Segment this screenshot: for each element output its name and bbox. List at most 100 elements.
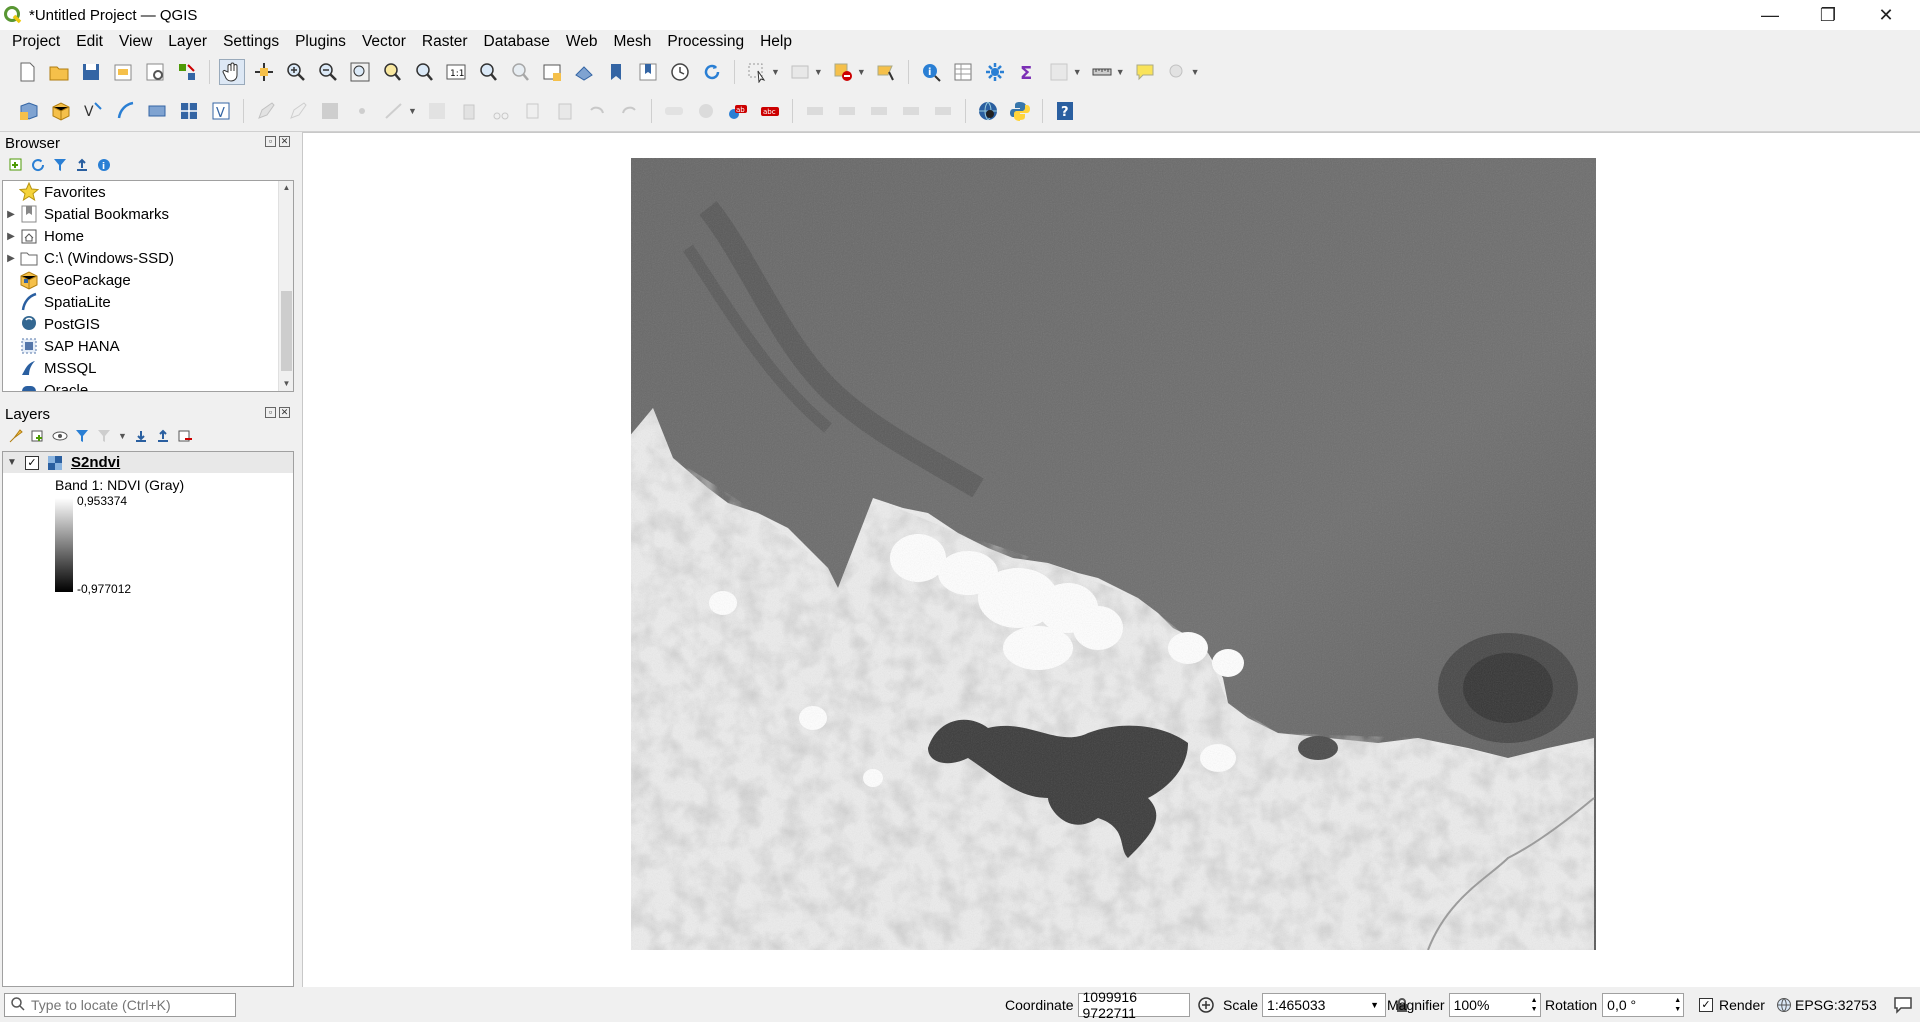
zoom-to-selection-icon[interactable] <box>379 59 405 85</box>
pin-labels-icon[interactable] <box>802 98 828 124</box>
minimize-button[interactable]: — <box>1741 0 1799 30</box>
show-hide-labels-icon[interactable] <box>834 98 860 124</box>
layer-labeling-icon[interactable] <box>661 98 687 124</box>
browser-item-drive[interactable]: ▶ C:\ (Windows-SSD) <box>3 247 293 269</box>
zoom-to-layer-icon[interactable] <box>411 59 437 85</box>
processing-toolbox-icon[interactable] <box>982 59 1008 85</box>
open-attribute-table-icon[interactable] <box>950 59 976 85</box>
measure-line-icon[interactable] <box>1089 59 1115 85</box>
scale-combo[interactable]: 1:465033 ▼ <box>1262 993 1387 1017</box>
new-virtual-layer-icon[interactable] <box>144 98 170 124</box>
zoom-out-icon[interactable] <box>315 59 341 85</box>
close-button[interactable]: ✕ <box>1857 0 1915 30</box>
field-calculator-icon[interactable] <box>1046 59 1072 85</box>
vertex-tool-icon[interactable] <box>381 98 407 124</box>
save-edits-icon[interactable] <box>317 98 343 124</box>
new-map-view-icon[interactable] <box>539 59 565 85</box>
browser-item-oracle[interactable]: Oracle <box>3 379 293 391</box>
expand-all-icon[interactable] <box>133 428 149 444</box>
python-console-icon[interactable] <box>1007 98 1033 124</box>
collapse-all-icon[interactable] <box>74 157 90 173</box>
spin-arrows-icon[interactable]: ▲ ▼ <box>1674 996 1681 1014</box>
toggle-editing-icon[interactable] <box>285 98 311 124</box>
refresh-icon[interactable] <box>699 59 725 85</box>
browser-item-spatial-bookmarks[interactable]: ▶ Spatial Bookmarks <box>3 203 293 225</box>
new-project-icon[interactable] <box>14 59 40 85</box>
style-manager-icon[interactable] <box>174 59 200 85</box>
menu-project[interactable]: Project <box>4 31 68 53</box>
select-features-icon[interactable] <box>744 59 770 85</box>
browser-item-sap-hana[interactable]: SAP HANA <box>3 335 293 357</box>
properties-widget-icon[interactable]: i <box>96 157 112 173</box>
filter-legend-icon[interactable] <box>74 428 90 444</box>
undo-icon[interactable] <box>584 98 610 124</box>
expand-arrow-icon[interactable]: ▶ <box>3 209 19 220</box>
zoom-full-icon[interactable] <box>347 59 373 85</box>
new-shapefile-layer-icon[interactable]: V <box>80 98 106 124</box>
filter-by-expression-icon[interactable] <box>96 428 112 444</box>
new-spatialite-layer-icon[interactable] <box>112 98 138 124</box>
change-label-icon[interactable] <box>930 98 956 124</box>
move-label-icon[interactable] <box>866 98 892 124</box>
statistical-summary-icon[interactable]: Σ <box>1014 59 1040 85</box>
refresh-browser-icon[interactable] <box>30 157 46 173</box>
menu-layer[interactable]: Layer <box>160 31 215 53</box>
render-checkbox[interactable]: ✓ <box>1699 998 1713 1012</box>
delete-selected-icon[interactable] <box>456 98 482 124</box>
crs-section[interactable]: EPSG:32753 <box>1776 988 1877 1022</box>
layer-diagram-icon[interactable] <box>693 98 719 124</box>
locator-settings-icon[interactable] <box>1164 59 1190 85</box>
new-spatial-bookmark-icon[interactable] <box>603 59 629 85</box>
add-group-icon[interactable] <box>30 428 46 444</box>
scroll-down-icon[interactable]: ▼ <box>279 377 293 391</box>
layer-visibility-checkbox[interactable]: ✓ <box>25 455 39 470</box>
scroll-thumb[interactable] <box>281 291 292 371</box>
copy-features-icon[interactable] <box>520 98 546 124</box>
show-spatial-bookmarks-icon[interactable] <box>635 59 661 85</box>
metasearch-icon[interactable] <box>975 98 1001 124</box>
cut-features-icon[interactable] <box>488 98 514 124</box>
menu-processing[interactable]: Processing <box>659 31 752 53</box>
zoom-next-icon[interactable] <box>507 59 533 85</box>
new-3d-view-icon[interactable] <box>571 59 597 85</box>
filter-browser-icon[interactable] <box>52 157 68 173</box>
browser-item-geopackage[interactable]: GeoPackage <box>3 269 293 291</box>
new-print-layout-icon[interactable] <box>110 59 136 85</box>
collapse-arrow-icon[interactable]: ▼ <box>3 457 21 468</box>
close-panel-icon[interactable]: ✕ <box>279 407 290 418</box>
layer-styling-icon[interactable] <box>8 428 24 444</box>
menu-edit[interactable]: Edit <box>68 31 111 53</box>
locator-bar[interactable] <box>4 993 236 1017</box>
locator-input[interactable] <box>31 997 221 1013</box>
paste-features-icon[interactable] <box>552 98 578 124</box>
messages-section[interactable] <box>1893 988 1913 1022</box>
new-geopackage-layer-icon[interactable] <box>48 98 74 124</box>
menu-help[interactable]: Help <box>752 31 800 53</box>
redo-icon[interactable] <box>616 98 642 124</box>
messages-icon[interactable] <box>1893 996 1913 1014</box>
help-icon[interactable]: ? <box>1052 98 1078 124</box>
browser-item-spatialite[interactable]: SpatiaLite <box>3 291 293 313</box>
magnifier-spinbox[interactable]: 100% ▲ ▼ <box>1448 993 1541 1017</box>
open-project-icon[interactable] <box>46 59 72 85</box>
layout-manager-icon[interactable] <box>142 59 168 85</box>
rotation-spinbox[interactable]: 0,0 ° ▲ ▼ <box>1602 993 1685 1017</box>
browser-item-postgis[interactable]: PostGIS <box>3 313 293 335</box>
menu-mesh[interactable]: Mesh <box>606 31 660 53</box>
digitize-icon[interactable] <box>349 98 375 124</box>
chevron-down-icon[interactable]: ▼ <box>1370 1000 1379 1010</box>
spin-arrows-icon[interactable]: ▲ ▼ <box>1531 996 1538 1014</box>
menu-settings[interactable]: Settings <box>215 31 287 53</box>
menu-raster[interactable]: Raster <box>414 31 476 53</box>
coordinate-field[interactable]: 1099916 9722711 <box>1077 989 1190 1021</box>
highlight-pinned-labels-icon[interactable]: ab <box>725 98 751 124</box>
expand-arrow-icon[interactable]: ▶ <box>3 231 19 242</box>
add-selected-layers-icon[interactable] <box>8 157 24 173</box>
zoom-last-icon[interactable] <box>475 59 501 85</box>
pan-to-selection-icon[interactable] <box>251 59 277 85</box>
restore-button[interactable]: ❐ <box>1799 0 1857 30</box>
layer-row-s2ndvi[interactable]: ▼ ✓ S2ndvi <box>3 452 293 473</box>
show-unplaced-labels-icon[interactable]: abc <box>757 98 783 124</box>
collapse-all-layers-icon[interactable] <box>155 428 171 444</box>
select-location-icon[interactable] <box>873 59 899 85</box>
